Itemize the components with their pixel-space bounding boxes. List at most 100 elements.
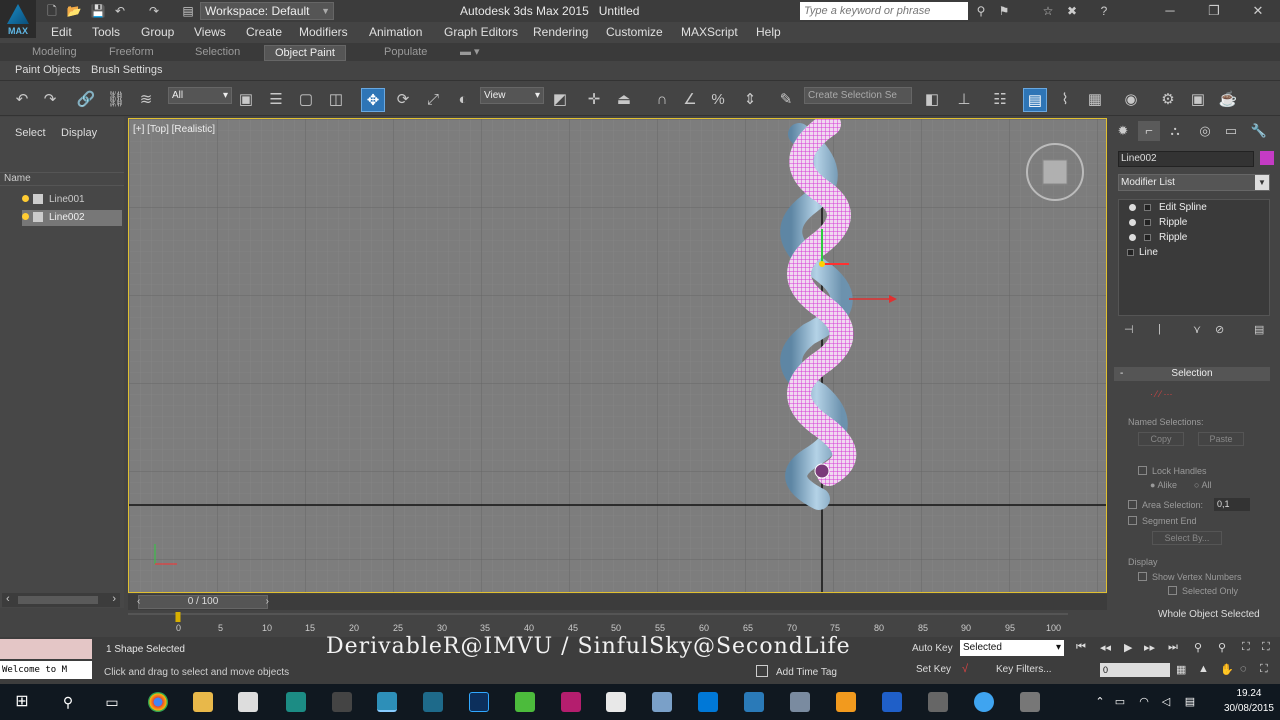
hierarchy-tab-icon[interactable]: ⛬ xyxy=(1164,121,1186,141)
pan-view-icon[interactable]: ✋ xyxy=(1220,663,1234,676)
tab-display[interactable]: Display xyxy=(61,127,97,139)
tab-select[interactable]: Select xyxy=(15,127,46,139)
expand-icon[interactable] xyxy=(1144,219,1151,226)
area-selection-checkbox[interactable] xyxy=(1128,500,1137,509)
network-icon[interactable]: ▭ xyxy=(1110,692,1130,712)
ribbon-toggle-icon[interactable]: ▬ ▾ xyxy=(450,45,490,61)
browser-icon[interactable] xyxy=(974,692,994,712)
paint-icon[interactable] xyxy=(928,692,948,712)
maximize-button[interactable]: ❐ xyxy=(1194,0,1234,22)
lock-handles-checkbox[interactable] xyxy=(1138,466,1147,475)
alike-radio[interactable]: ● Alike xyxy=(1150,480,1177,490)
key-filters-button[interactable]: Key Filters... xyxy=(996,664,1052,675)
mail-icon[interactable] xyxy=(882,692,902,712)
close-search-icon[interactable]: ✖ xyxy=(1064,3,1080,19)
align-icon[interactable]: ⊥ xyxy=(952,88,976,112)
select-by-button[interactable]: Select By... xyxy=(1152,531,1222,545)
edit-named-selection-icon[interactable]: ✎ xyxy=(774,88,798,112)
task-view-icon[interactable]: ▭ xyxy=(102,692,122,712)
selected-only-checkbox[interactable] xyxy=(1168,586,1177,595)
schematic-view-icon[interactable]: ▦ xyxy=(1083,88,1107,112)
camtasia-icon[interactable] xyxy=(423,692,443,712)
redo-icon[interactable]: ↷ xyxy=(38,88,62,112)
scrollbar-thumb[interactable] xyxy=(18,596,98,604)
layer-explorer-icon[interactable]: ☷ xyxy=(988,88,1012,112)
horizontal-scrollbar[interactable]: ‹ › xyxy=(2,593,120,607)
play-icon[interactable]: ▶ xyxy=(1124,641,1132,654)
close-button[interactable]: ✕ xyxy=(1238,0,1278,22)
manipulate-icon[interactable]: ✛ xyxy=(582,88,606,112)
rectangular-selection-icon[interactable]: ▢ xyxy=(294,88,318,112)
expand-icon[interactable] xyxy=(1144,204,1151,211)
menu-tools[interactable]: Tools xyxy=(92,25,120,39)
make-unique-icon[interactable]: ⋎ xyxy=(1193,323,1201,336)
snaps-toggle-icon[interactable]: ∩ xyxy=(650,88,674,112)
store-icon[interactable] xyxy=(238,692,258,712)
undo-icon[interactable]: ↶ xyxy=(112,3,128,19)
modifier-list-dropdown[interactable]: Modifier List ▼ xyxy=(1118,174,1270,191)
key-mode-dropdown[interactable]: Selected ▾ xyxy=(960,640,1064,656)
next-frame-icon[interactable]: ▸▸ xyxy=(1144,641,1155,654)
utilities-tab-icon[interactable]: 🔧 xyxy=(1248,121,1270,141)
spinner-snap-icon[interactable]: ⇕ xyxy=(738,88,762,112)
zoom-all-icon[interactable]: ⚲ xyxy=(1218,641,1226,654)
app-logo[interactable]: MAX xyxy=(0,0,36,38)
light-bulb-icon[interactable] xyxy=(1129,234,1136,241)
search-icon[interactable]: ⚲ xyxy=(58,692,78,712)
show-end-result-icon[interactable]: | xyxy=(1158,323,1161,335)
track-bar-ruler[interactable]: 0 5 10 15 20 25 30 35 40 45 50 55 60 65 … xyxy=(128,612,1068,636)
indesign-icon[interactable] xyxy=(561,692,581,712)
field-of-view-icon[interactable]: ▲ xyxy=(1198,663,1209,675)
sublime-icon[interactable] xyxy=(836,692,856,712)
named-selection-set-input[interactable]: Create Selection Se xyxy=(804,87,912,104)
app-icon[interactable] xyxy=(332,692,352,712)
modifier-stack[interactable]: Edit Spline Ripple Ripple Line xyxy=(1118,199,1270,316)
menu-modifiers[interactable]: Modifiers xyxy=(299,25,348,39)
remove-modifier-icon[interactable]: ⊘ xyxy=(1215,323,1224,336)
selection-filter-dropdown[interactable]: All ▾ xyxy=(168,87,232,104)
stack-item-ripple[interactable]: Ripple xyxy=(1119,215,1269,230)
menu-customize[interactable]: Customize xyxy=(606,25,663,39)
place-icon[interactable]: ◐ xyxy=(451,88,475,112)
binoculars-icon[interactable]: ⚲ xyxy=(973,3,989,19)
name-column-header[interactable]: Name xyxy=(0,172,124,186)
time-slider[interactable]: ‹ 0 / 100 › xyxy=(137,595,269,609)
scene-item-line002[interactable]: Line002 xyxy=(22,210,122,226)
key-icon[interactable]: √ xyxy=(962,663,968,675)
expand-icon[interactable] xyxy=(1144,234,1151,241)
imvu-icon[interactable] xyxy=(286,692,306,712)
scene-item-line001[interactable]: Line001 xyxy=(22,192,122,208)
bind-space-warp-icon[interactable]: ≋ xyxy=(134,88,158,112)
tab-freeform[interactable]: Freeform xyxy=(99,45,164,61)
undo-icon[interactable]: ↶ xyxy=(10,88,34,112)
second-life-icon[interactable] xyxy=(515,692,535,712)
rendered-frame-window-icon[interactable]: ▣ xyxy=(1186,88,1210,112)
spline-end-vertex[interactable] xyxy=(814,463,830,479)
file-explorer-icon[interactable] xyxy=(193,692,213,712)
configure-modifier-sets-icon[interactable]: ▤ xyxy=(1254,323,1264,336)
menu-views[interactable]: Views xyxy=(194,25,226,39)
tab-selection[interactable]: Selection xyxy=(185,45,250,61)
skype-icon[interactable] xyxy=(698,692,718,712)
object-color-swatch[interactable] xyxy=(1260,151,1274,165)
select-and-move-icon[interactable]: ✥ xyxy=(361,88,385,112)
help-icon[interactable]: ? xyxy=(1096,3,1112,19)
open-file-icon[interactable]: 📂 xyxy=(66,3,82,19)
3ds-max-icon[interactable] xyxy=(377,692,397,712)
mirror-icon[interactable]: ◧ xyxy=(920,88,944,112)
select-object-icon[interactable]: ▣ xyxy=(234,88,258,112)
zoom-extents-icon[interactable]: ⛶ xyxy=(1242,641,1250,654)
chevron-left-icon[interactable]: ‹ xyxy=(137,596,140,608)
select-and-scale-icon[interactable]: ⤢ xyxy=(421,88,445,112)
light-bulb-icon[interactable] xyxy=(1129,219,1136,226)
display-tab-icon[interactable]: ▭ xyxy=(1220,121,1242,141)
curve-editor-icon[interactable]: ⌇ xyxy=(1053,88,1077,112)
keyboard-shortcut-icon[interactable]: ⏏ xyxy=(612,88,636,112)
search-input[interactable]: Type a keyword or phrase xyxy=(800,2,968,20)
go-to-end-icon[interactable]: ⏭ xyxy=(1168,641,1178,654)
time-slider-track[interactable]: ‹ 0 / 100 › xyxy=(128,594,1107,610)
subobject-level-icons[interactable]: · ⁄ ⁄ ⋯ xyxy=(1150,389,1173,400)
selection-rollout-header[interactable]: - Selection xyxy=(1114,367,1270,381)
menu-maxscript[interactable]: MAXScript xyxy=(681,25,738,39)
workspace-dropdown[interactable]: Workspace: Default ▼ xyxy=(200,2,334,20)
